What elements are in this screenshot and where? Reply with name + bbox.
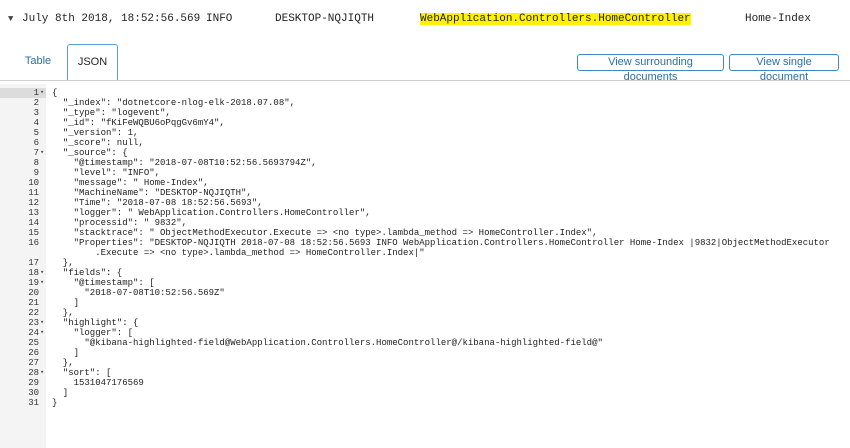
fold-toggle-icon[interactable]: ▾ <box>40 318 46 328</box>
line-number: 20 <box>28 288 39 298</box>
line-number: 3 <box>33 108 39 118</box>
line-number: 25 <box>28 338 39 348</box>
line-number: 8 <box>33 158 39 168</box>
line-number: 19 <box>28 278 39 288</box>
code-line: "message": " Home-Index", <box>52 178 209 188</box>
code-line: "_index": "dotnetcore-nlog-elk-2018.07.0… <box>52 98 296 108</box>
fold-toggle-icon[interactable]: ▾ <box>40 368 46 378</box>
code-line: 1531047176569 <box>52 378 144 388</box>
line-number: 23 <box>28 318 39 328</box>
view-single-document-button[interactable]: View single document <box>729 54 839 83</box>
code-line: "_version": 1, <box>52 128 139 138</box>
code-line: .Execute => <no type>.lambda_method => H… <box>52 248 425 258</box>
fold-toggle-icon[interactable]: ▾ <box>40 268 46 278</box>
row-level: INFO <box>206 13 233 25</box>
line-number: 14 <box>28 218 39 228</box>
code-line: "level": "INFO", <box>52 168 161 178</box>
line-number: 26 <box>28 348 39 358</box>
line-number: 1 <box>33 88 39 98</box>
line-number: 16 <box>28 238 39 248</box>
code-line: } <box>52 398 58 408</box>
fold-toggle-icon[interactable]: ▾ <box>40 328 46 338</box>
fold-toggle-icon[interactable]: ▾ <box>40 278 46 288</box>
code-line: ] <box>52 388 69 398</box>
code-line: "fields": { <box>52 268 123 278</box>
code-line: "Properties": "DESKTOP-NQJIQTH 2018-07-0… <box>52 238 830 248</box>
line-number: 31 <box>28 398 39 408</box>
code-line: "logger": " WebApplication.Controllers.H… <box>52 208 371 218</box>
fold-toggle-icon[interactable]: ▾ <box>40 88 46 98</box>
line-number: 21 <box>28 298 39 308</box>
code-line: "_type": "logevent", <box>52 108 171 118</box>
document-row[interactable]: ▼ July 8th 2018, 18:52:56.569 INFO DESKT… <box>0 0 850 40</box>
line-number: 27 <box>28 358 39 368</box>
code-line: ] <box>52 298 80 308</box>
tab-table[interactable]: Table <box>14 44 62 80</box>
code-line: }, <box>52 258 74 268</box>
line-number: 18 <box>28 268 39 278</box>
code-line: "highlight": { <box>52 318 139 328</box>
view-surrounding-documents-button[interactable]: View surrounding documents <box>577 54 724 83</box>
code-line: "MachineName": "DESKTOP-NQJIQTH", <box>52 188 252 198</box>
line-number: 29 <box>28 378 39 388</box>
code-line: "sort": [ <box>52 368 112 378</box>
code-line: "logger": [ <box>52 328 134 338</box>
tab-json[interactable]: JSON <box>67 44 118 81</box>
code-line: "@kibana-highlighted-field@WebApplicatio… <box>52 338 603 348</box>
line-number: 10 <box>28 178 39 188</box>
line-number: 9 <box>33 168 39 178</box>
code-line: "@timestamp": [ <box>52 278 155 288</box>
line-number: 2 <box>33 98 39 108</box>
line-number: 30 <box>28 388 39 398</box>
line-number: 28 <box>28 368 39 378</box>
code-line: "_id": "fKiFeWQBU6oPqgGv6mY4", <box>52 118 225 128</box>
line-number: 4 <box>33 118 39 128</box>
line-number: 7 <box>33 148 39 158</box>
line-number: 24 <box>28 328 39 338</box>
code-line: "_score": null, <box>52 138 144 148</box>
code-line: ] <box>52 348 80 358</box>
code-line: { <box>52 88 58 98</box>
code-line: "Time": "2018-07-08 18:52:56.5693", <box>52 198 263 208</box>
line-number: 12 <box>28 198 39 208</box>
row-timestamp: July 8th 2018, 18:52:56.569 <box>22 13 201 25</box>
line-number: 17 <box>28 258 39 268</box>
code-line: "_source": { <box>52 148 128 158</box>
line-number <box>0 248 39 258</box>
code-line: "processid": " 9832", <box>52 218 188 228</box>
line-number: 15 <box>28 228 39 238</box>
line-number: 22 <box>28 308 39 318</box>
code-line: "stacktrace": " ObjectMethodExecutor.Exe… <box>52 228 598 238</box>
row-logger: WebApplication.Controllers.HomeControlle… <box>420 13 691 25</box>
json-editor[interactable]: 1 ▾{2 "_index": "dotnetcore-nlog-elk-2018… <box>0 84 850 448</box>
row-machine: DESKTOP-NQJIQTH <box>275 13 375 25</box>
fold-toggle-icon[interactable]: ▾ <box>40 148 46 158</box>
line-number: 11 <box>28 188 39 198</box>
caret-down-icon[interactable]: ▼ <box>8 14 13 24</box>
code-line: "2018-07-08T10:52:56.569Z" <box>52 288 225 298</box>
code-line: "@timestamp": "2018-07-08T10:52:56.56937… <box>52 158 317 168</box>
code-line: }, <box>52 358 74 368</box>
line-number: 13 <box>28 208 39 218</box>
tabs-divider <box>0 80 850 81</box>
code-line: }, <box>52 308 74 318</box>
line-number: 6 <box>33 138 39 148</box>
line-number: 5 <box>33 128 39 138</box>
row-message: Home-Index <box>745 13 812 25</box>
